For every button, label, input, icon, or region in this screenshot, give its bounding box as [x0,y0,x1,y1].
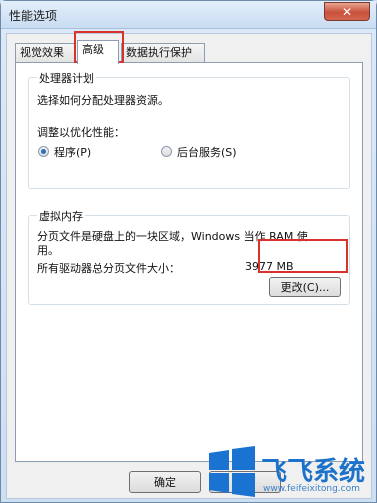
tab-visual-effects[interactable]: 视觉效果 [15,43,75,63]
programs-radio[interactable] [38,146,49,157]
close-icon: ✕ [341,4,353,19]
watermark-brand: 飞飞系统 [261,457,366,487]
virtual-memory-title: 虚拟内存 [37,208,85,224]
background-services-radio[interactable] [161,146,172,157]
close-button[interactable]: ✕ [324,2,370,21]
title-bar[interactable]: 性能选项 ✕ [1,1,376,29]
ok-button[interactable]: 确定 [129,471,201,493]
processor-scheduling-description: 选择如何分配处理器资源。 [37,94,169,107]
site-watermark: 飞飞系统 www.feifeixitong.com [207,443,375,501]
background-services-radio-label[interactable]: 后台服务(S) [177,144,237,160]
virtual-memory-description-line2: 用。 [37,244,59,257]
programs-radio-label[interactable]: 程序(P) [54,144,91,160]
processor-scheduling-group: 处理器计划 选择如何分配处理器资源。 调整以优化性能： 程序(P) 后台服务(S… [28,70,350,189]
change-virtual-memory-button[interactable]: 更改(C)... [269,277,341,297]
windows-logo-icon [209,446,255,497]
adjust-for-label: 调整以优化性能： [37,126,125,139]
tab-advanced[interactable]: 高级 [77,40,119,64]
window-title: 性能选项 [9,9,58,23]
watermark-url: www.feifeixitong.com [263,484,360,494]
change-button-highlight [258,239,348,273]
processor-scheduling-title: 处理器计划 [37,70,96,86]
paging-file-total-label: 所有驱动器总分页文件大小： [37,262,180,275]
tab-data-execution-prevention[interactable]: 数据执行保护 [121,43,205,63]
